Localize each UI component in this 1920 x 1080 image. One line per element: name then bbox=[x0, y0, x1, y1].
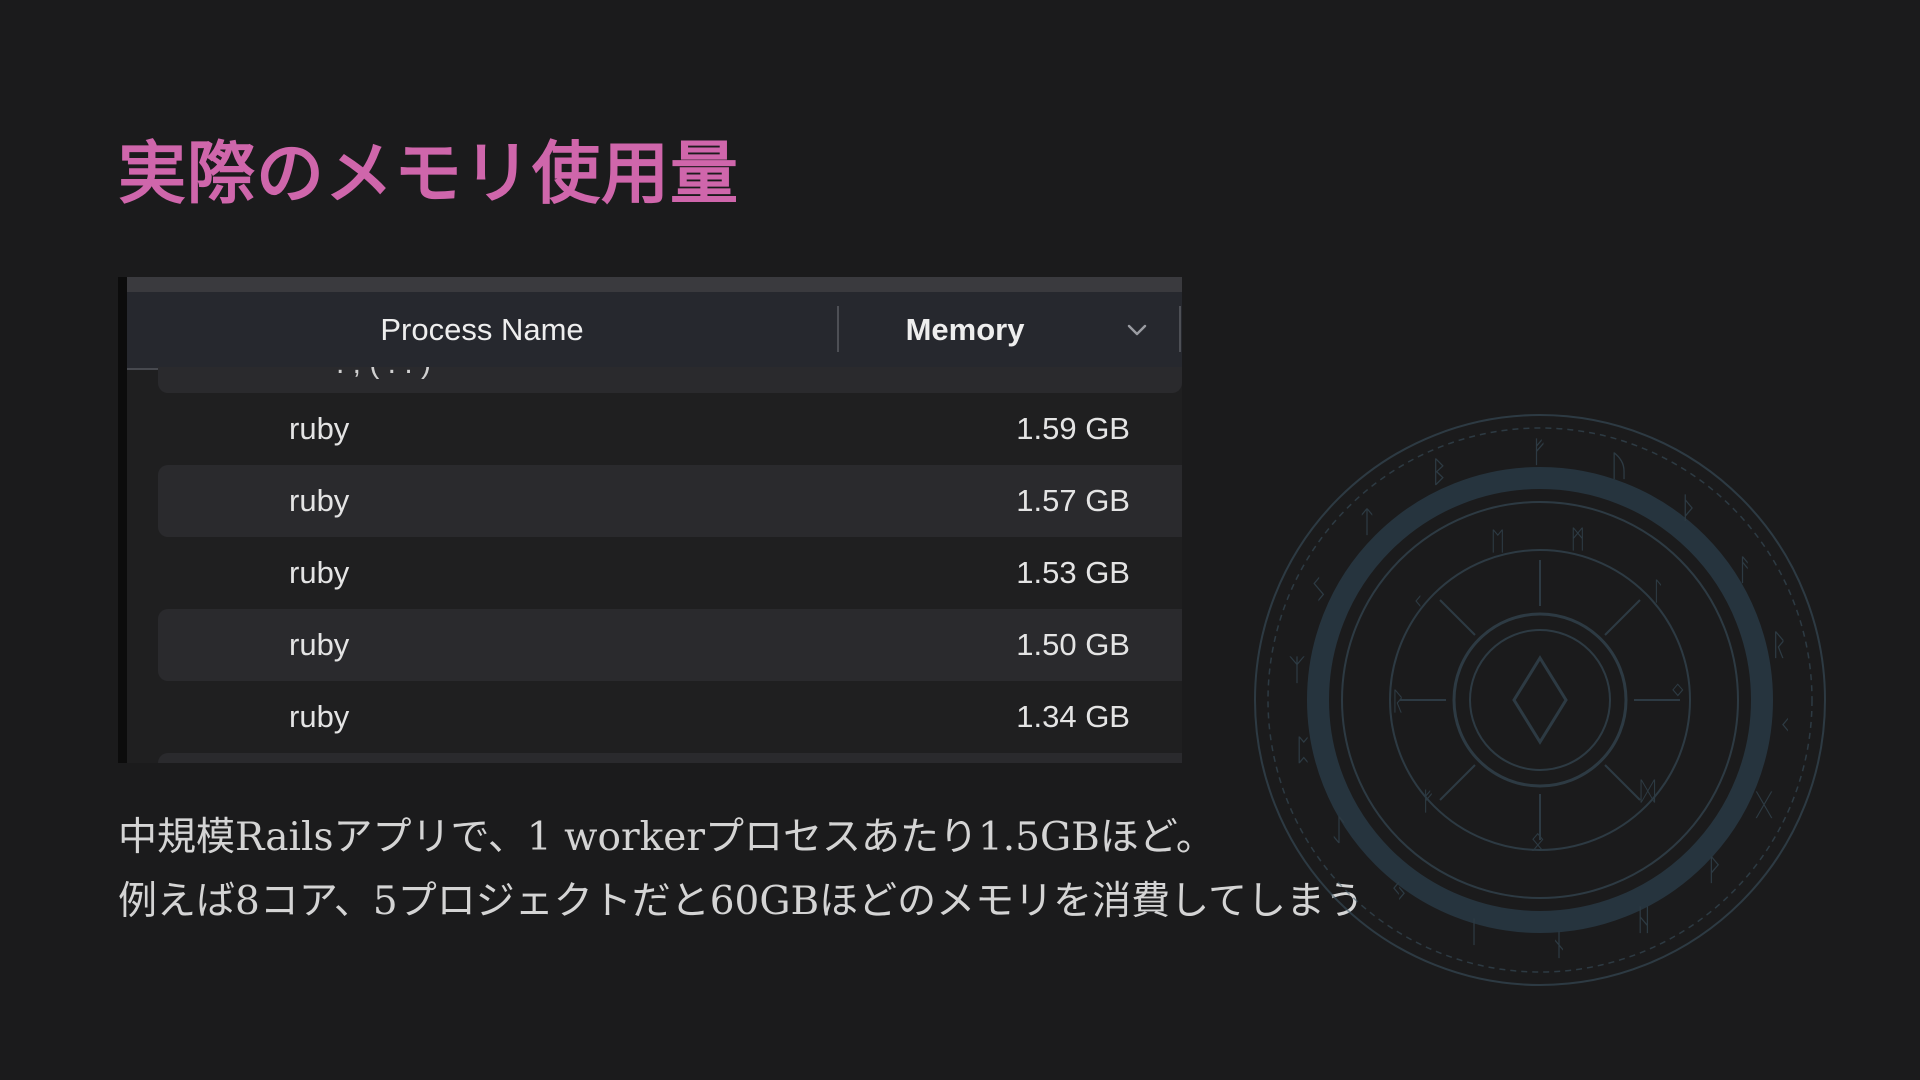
chevron-down-icon[interactable] bbox=[1117, 310, 1157, 350]
slide-title: 実際のメモリ使用量 bbox=[118, 135, 740, 214]
svg-text:ᚾ: ᚾ bbox=[1550, 928, 1568, 963]
svg-text:ᛚ: ᛚ bbox=[1650, 577, 1666, 607]
svg-text:ᚠ: ᚠ bbox=[1420, 787, 1436, 817]
svg-text:ᚠ: ᚠ bbox=[1530, 435, 1548, 470]
memory-cell: 1.57 GB bbox=[1016, 483, 1130, 518]
table-header: Process Name Memory bbox=[127, 292, 1182, 370]
table-row[interactable]: ruby 1.59 GB bbox=[158, 393, 1182, 465]
column-divider[interactable] bbox=[837, 306, 839, 352]
table-row-partial: . , ( . . ) bbox=[158, 367, 1182, 393]
svg-text:ᛜ: ᛜ bbox=[1670, 677, 1686, 707]
process-name-cell: ruby bbox=[289, 483, 350, 518]
window-edge bbox=[118, 277, 127, 763]
svg-text:ᚲ: ᚲ bbox=[1776, 708, 1794, 743]
svg-text:ᛃ: ᛃ bbox=[1390, 873, 1408, 908]
memory-cell: 1.50 GB bbox=[1016, 627, 1130, 662]
svg-text:ᚢ: ᚢ bbox=[1610, 449, 1628, 484]
process-name-cell: ruby bbox=[289, 627, 350, 662]
column-divider[interactable] bbox=[1179, 306, 1181, 352]
memory-cell: 1.34 GB bbox=[1016, 699, 1130, 734]
svg-text:ᛗ: ᛗ bbox=[1570, 525, 1586, 555]
table-row[interactable]: ruby 1.57 GB bbox=[158, 465, 1182, 537]
memory-cell: 1.53 GB bbox=[1016, 555, 1130, 590]
column-header-memory[interactable]: Memory bbox=[865, 292, 1065, 368]
svg-text:ᚱ: ᚱ bbox=[1770, 628, 1788, 663]
memory-cell: 1.59 GB bbox=[1016, 411, 1130, 446]
clipped-row-text: . , ( . . ) bbox=[336, 367, 431, 381]
svg-text:ᚱ: ᚱ bbox=[1390, 687, 1406, 717]
svg-text:ᚦ: ᚦ bbox=[1680, 491, 1698, 526]
svg-text:ᛒ: ᛒ bbox=[1430, 455, 1448, 490]
svg-text:ᛏ: ᛏ bbox=[1358, 505, 1376, 540]
rune-circle-icon: ᚠ ᚢ ᚦ ᚨ ᚱ ᚲ ᚷ ᚹ ᚺ ᚾ ᛁ ᛃ ᛇ ᛈ ᛉ ᛊ ᛏ ᛒ ᛖ ᛗ … bbox=[1254, 414, 1826, 986]
svg-text:ᛉ: ᛉ bbox=[1288, 653, 1306, 688]
svg-text:ᚲ: ᚲ bbox=[1410, 587, 1426, 617]
svg-text:ᚺ: ᚺ bbox=[1635, 903, 1653, 938]
svg-text:ᛞ: ᛞ bbox=[1640, 777, 1656, 807]
svg-text:ᛈ: ᛈ bbox=[1294, 733, 1312, 768]
svg-text:ᚹ: ᚹ bbox=[1705, 853, 1723, 888]
svg-text:ᛇ: ᛇ bbox=[1330, 813, 1348, 848]
process-name-cell: ruby bbox=[289, 699, 350, 734]
svg-text:ᛖ: ᛖ bbox=[1490, 527, 1506, 557]
table-row[interactable]: ruby 1.53 GB bbox=[158, 537, 1182, 609]
svg-text:ᛁ: ᛁ bbox=[1465, 915, 1483, 950]
toolbar-strip bbox=[127, 277, 1182, 292]
svg-text:ᚨ: ᚨ bbox=[1736, 553, 1754, 588]
svg-text:ᛊ: ᛊ bbox=[1310, 573, 1328, 608]
svg-text:ᚷ: ᚷ bbox=[1755, 788, 1773, 823]
process-name-cell: ruby bbox=[289, 411, 350, 446]
svg-text:ᛟ: ᛟ bbox=[1530, 827, 1546, 857]
process-name-cell: ruby bbox=[289, 555, 350, 590]
column-header-process-name[interactable]: Process Name bbox=[127, 292, 837, 368]
process-list-screenshot: Process Name Memory . , ( . . ) ruby 1.5… bbox=[118, 277, 1182, 763]
table-row[interactable]: ruby 1.50 GB bbox=[158, 609, 1182, 681]
table-row[interactable]: ruby 1.34 GB bbox=[158, 681, 1182, 753]
table-row-partial bbox=[158, 753, 1182, 763]
